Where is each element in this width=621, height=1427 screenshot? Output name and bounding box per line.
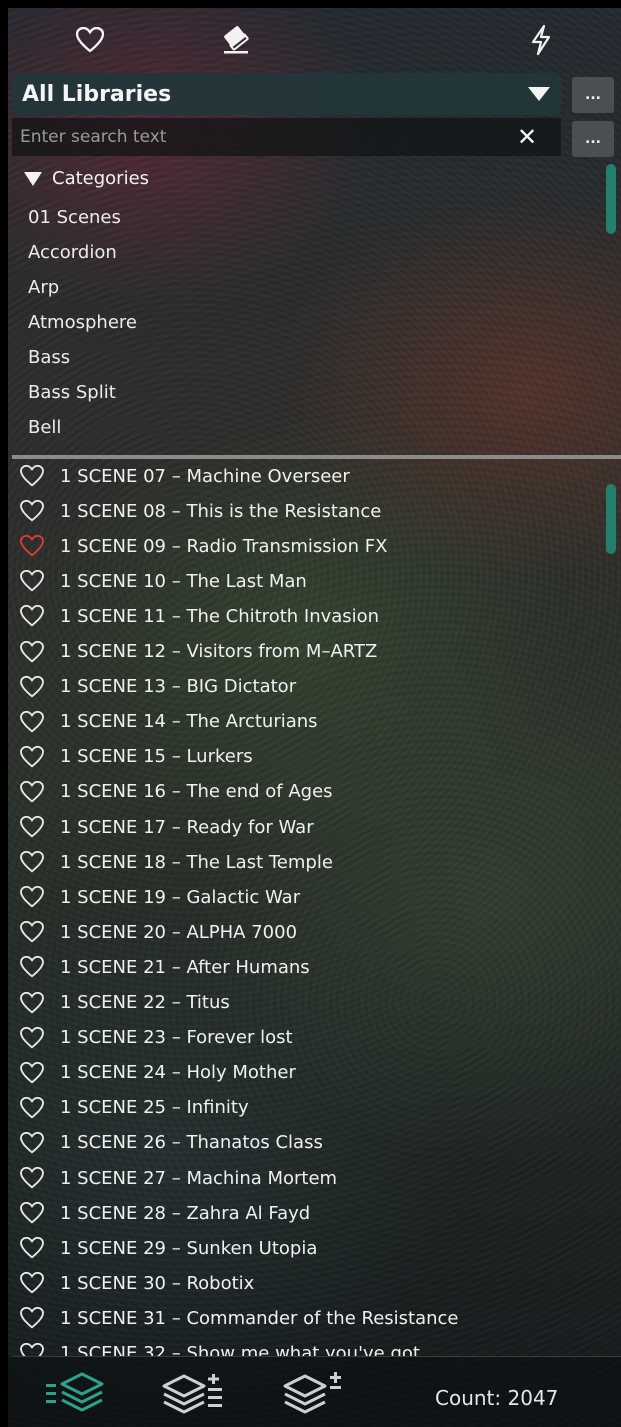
- preset-label: 1 SCENE 09 – Radio Transmission FX: [60, 535, 388, 557]
- layers-add-list-icon: [162, 1374, 222, 1414]
- preset-row[interactable]: 1 SCENE 07 – Machine Overseer: [20, 461, 350, 491]
- favorite-heart-icon[interactable]: [20, 1131, 44, 1154]
- favorite-heart-icon[interactable]: [20, 605, 44, 627]
- favorite-heart-icon[interactable]: [20, 1272, 44, 1294]
- favorite-heart-icon[interactable]: [20, 500, 44, 522]
- preset-label: 1 SCENE 17 – Ready for War: [60, 816, 314, 838]
- favorite-heart-icon[interactable]: [20, 921, 44, 943]
- preset-row[interactable]: 1 SCENE 12 – Visitors from M–ARTZ: [20, 637, 377, 667]
- preset-row[interactable]: 1 SCENE 25 – Infinity: [20, 1093, 249, 1123]
- preset-row[interactable]: 1 SCENE 30 – Robotix: [20, 1268, 254, 1298]
- favorite-heart-icon[interactable]: [20, 1237, 44, 1259]
- preset-label: 1 SCENE 16 – The end of Ages: [60, 781, 333, 803]
- preset-label: 1 SCENE 23 – Forever lost: [60, 1027, 293, 1049]
- preset-label: 1 SCENE 07 – Machine Overseer: [60, 465, 350, 487]
- preset-label: 1 SCENE 29 – Sunken Utopia: [60, 1237, 318, 1259]
- preset-label: 1 SCENE 22 – Titus: [60, 992, 230, 1013]
- preset-row[interactable]: 1 SCENE 08 – This is the Resistance: [20, 496, 381, 526]
- preset-row[interactable]: 1 SCENE 29 – Sunken Utopia: [20, 1233, 317, 1263]
- preset-row[interactable]: 1 SCENE 22 – Titus: [20, 988, 230, 1018]
- preset-count: Count: 2047: [435, 1386, 559, 1410]
- favorite-heart-icon[interactable]: [20, 465, 44, 487]
- preset-row[interactable]: 1 SCENE 23 – Forever lost: [20, 1023, 293, 1053]
- preset-row[interactable]: 1 SCENE 14 – The Arcturians: [20, 707, 318, 737]
- preset-label: 1 SCENE 26 – Thanatos Class: [60, 1132, 323, 1154]
- preset-row[interactable]: 1 SCENE 13 – BIG Dictator: [20, 672, 296, 702]
- favorite-heart-icon[interactable]: [20, 710, 44, 733]
- preset-label: 1 SCENE 18 – The Last Temple: [60, 851, 333, 873]
- favorite-heart-icon[interactable]: [20, 1167, 44, 1189]
- preset-label: 1 SCENE 32 – Show me what you've got: [60, 1343, 420, 1357]
- preset-row[interactable]: 1 SCENE 15 – Lurkers: [20, 742, 253, 772]
- favorite-heart-icon[interactable]: [20, 570, 44, 592]
- favorite-heart-icon[interactable]: [20, 640, 44, 663]
- preset-label: 1 SCENE 14 – The Arcturians: [60, 711, 318, 733]
- layers-list-icon: [46, 1372, 104, 1412]
- favorite-heart-icon[interactable]: [20, 1342, 44, 1357]
- preset-label: 1 SCENE 25 – Infinity: [60, 1097, 249, 1119]
- preset-label: 1 SCENE 24 – Holy Mother: [60, 1062, 296, 1084]
- favorite-heart-icon[interactable]: [20, 745, 44, 768]
- preset-row[interactable]: 1 SCENE 19 – Galactic War: [20, 882, 300, 912]
- favorite-heart-icon[interactable]: [20, 1307, 44, 1329]
- preset-list: 1 SCENE 07 – Machine Overseer 1 SCENE 08 …: [0, 0, 621, 1357]
- preset-row[interactable]: 1 SCENE 31 – Commander of the Resistance: [20, 1303, 459, 1333]
- favorite-heart-icon[interactable]: [20, 886, 44, 908]
- favorite-heart-icon[interactable]: [20, 675, 44, 698]
- favorite-heart-icon[interactable]: [20, 780, 44, 803]
- preset-label: 1 SCENE 21 – After Humans: [60, 956, 310, 978]
- preset-label: 1 SCENE 11 – The Chitroth Invasion: [60, 605, 380, 627]
- preset-label: 1 SCENE 19 – Galactic War: [60, 886, 301, 908]
- preset-row[interactable]: 1 SCENE 10 – The Last Man: [20, 566, 307, 596]
- preset-row[interactable]: 1 SCENE 24 – Holy Mother: [20, 1058, 296, 1088]
- preset-row[interactable]: 1 SCENE 21 – After Humans: [20, 952, 310, 982]
- layers-add-icon: [283, 1372, 341, 1414]
- preset-label: 1 SCENE 30 – Robotix: [60, 1272, 255, 1294]
- preset-label: 1 SCENE 15 – Lurkers: [60, 746, 253, 768]
- preset-row[interactable]: 1 SCENE 18 – The Last Temple: [20, 847, 333, 877]
- preset-label: 1 SCENE 08 – This is the Resistance: [60, 500, 382, 522]
- preset-row[interactable]: 1 SCENE 26 – Thanatos Class: [20, 1128, 323, 1158]
- preset-row[interactable]: 1 SCENE 20 – ALPHA 7000: [20, 917, 297, 947]
- preset-row[interactable]: 1 SCENE 09 – Radio Transmission FX: [20, 531, 387, 561]
- presets-scrollbar[interactable]: [606, 484, 616, 554]
- preset-label: 1 SCENE 20 – ALPHA 7000: [60, 921, 298, 943]
- add-layers-list-button[interactable]: [162, 1370, 228, 1418]
- view-layers-button[interactable]: [44, 1370, 108, 1418]
- preset-row[interactable]: 1 SCENE 32 – Show me what you've got: [20, 1339, 420, 1357]
- favorite-heart-icon[interactable]: [20, 535, 44, 557]
- preset-label: 1 SCENE 27 – Machina Mortem: [60, 1167, 338, 1189]
- preset-label: 1 SCENE 28 – Zahra Al Fayd: [60, 1202, 311, 1224]
- favorite-heart-icon[interactable]: [20, 1096, 44, 1119]
- preset-row[interactable]: 1 SCENE 27 – Machina Mortem: [20, 1163, 337, 1193]
- favorite-heart-icon[interactable]: [20, 1026, 44, 1049]
- favorite-heart-icon[interactable]: [20, 1202, 44, 1224]
- favorite-heart-icon[interactable]: [20, 1061, 44, 1084]
- preset-label: 1 SCENE 31 – Commander of the Resistance: [60, 1307, 459, 1329]
- preset-label: 1 SCENE 13 – BIG Dictator: [60, 676, 297, 698]
- add-layers-button[interactable]: [283, 1370, 349, 1418]
- footer-divider: [12, 1356, 621, 1357]
- preset-row[interactable]: 1 SCENE 17 – Ready for War: [20, 812, 314, 842]
- favorite-heart-icon[interactable]: [20, 816, 44, 838]
- favorite-heart-icon[interactable]: [20, 991, 44, 1014]
- preset-label: 1 SCENE 10 – The Last Man: [60, 570, 307, 592]
- preset-label: 1 SCENE 12 – Visitors from M–ARTZ: [60, 641, 378, 662]
- favorite-heart-icon[interactable]: [20, 851, 44, 873]
- preset-row[interactable]: 1 SCENE 11 – The Chitroth Invasion: [20, 601, 379, 631]
- favorite-heart-icon[interactable]: [20, 956, 44, 978]
- preset-row[interactable]: 1 SCENE 16 – The end of Ages: [20, 777, 333, 807]
- preset-row[interactable]: 1 SCENE 28 – Zahra Al Fayd: [20, 1198, 310, 1228]
